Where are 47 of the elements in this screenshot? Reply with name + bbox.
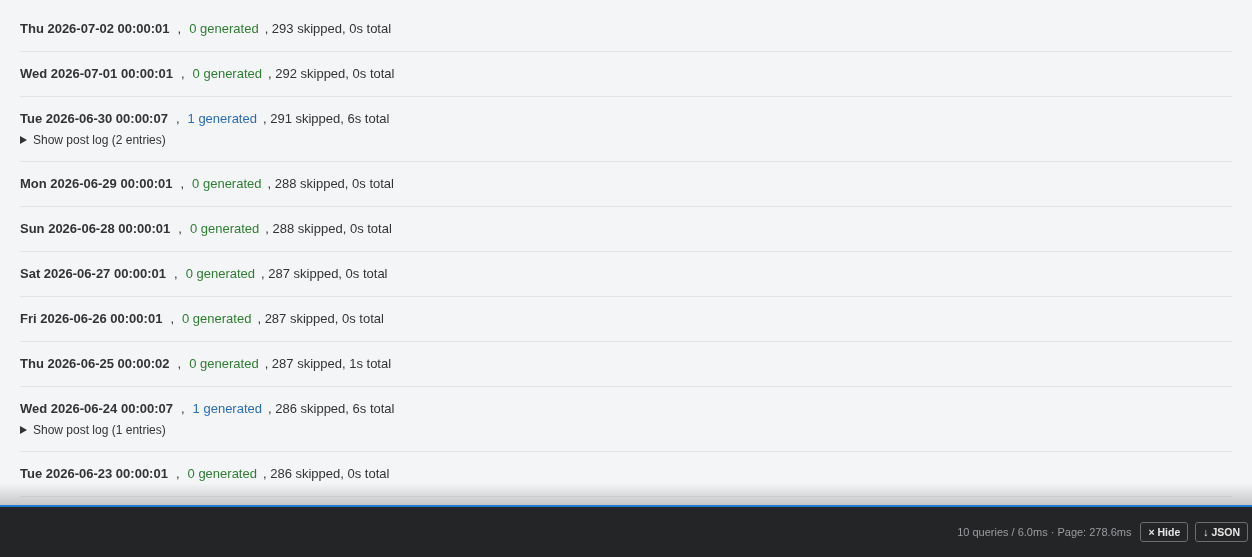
run-timestamp: Mon 2026-06-29 00:00:01 — [20, 176, 173, 192]
post-log-toggle[interactable]: Show post log (1 entries) — [20, 423, 166, 437]
toolbar-button[interactable]: ↓ JSON — [1195, 522, 1248, 542]
generated-count: 0 generated — [189, 221, 260, 237]
disclosure-triangle-icon — [20, 426, 27, 434]
separator: , — [170, 311, 174, 327]
run-summary: , 286 skipped, 0s total — [262, 466, 390, 482]
separator: , — [180, 176, 185, 192]
run-summary: , 288 skipped, 0s total — [267, 176, 394, 192]
run-summary: , 287 skipped, 0s total — [257, 311, 384, 327]
generated-count: 0 generated — [192, 66, 262, 82]
separator: , — [177, 356, 182, 372]
query-stats: 10 queries / 6.0ms · Page: 278.6ms — [957, 526, 1132, 538]
generated-count: 0 generated — [189, 21, 259, 37]
separator: , — [180, 401, 185, 417]
disclosure-triangle-icon — [20, 136, 27, 144]
generated-count: 0 generated — [189, 356, 259, 372]
separator: , — [177, 21, 182, 37]
run-timestamp: Fri 2026-06-26 00:00:01 — [20, 311, 163, 327]
run-timestamp: Tue 2026-06-23 00:00:01 — [20, 466, 168, 482]
run-timestamp: Thu 2026-07-02 00:00:01 — [20, 21, 170, 37]
separator: , — [174, 266, 178, 282]
generated-count: 1 generated — [192, 401, 262, 417]
post-log-toggle[interactable]: Show post log (2 entries) — [20, 133, 166, 147]
separator: , — [178, 221, 182, 237]
run-summary: , 288 skipped, 0s total — [265, 221, 392, 237]
run-timestamp: Tue 2026-06-30 00:00:07 — [20, 111, 168, 127]
run-summary: , 291 skipped, 6s total — [262, 111, 390, 127]
run-timestamp: Sat 2026-06-27 00:00:01 — [20, 266, 166, 282]
run-timestamp: Wed 2026-06-24 00:00:07 — [20, 401, 173, 417]
generated-count: 0 generated — [185, 266, 256, 282]
generated-count: 1 generated — [187, 111, 257, 127]
run-timestamp: Wed 2026-07-01 00:00:01 — [20, 66, 173, 82]
run-timestamp: Thu 2026-06-25 00:00:02 — [20, 356, 170, 372]
run-summary: , 292 skipped, 0s total — [268, 66, 395, 82]
run-timestamp: Sun 2026-06-28 00:00:01 — [20, 221, 171, 237]
separator: , — [180, 66, 185, 82]
run-summary: , 287 skipped, 1s total — [264, 356, 392, 372]
separator: , — [175, 111, 180, 127]
run-summary: , 286 skipped, 6s total — [268, 401, 395, 417]
generated-count: 0 generated — [187, 466, 257, 482]
toolbar-button[interactable]: × Hide — [1140, 522, 1189, 542]
generated-count: 0 generated — [182, 311, 252, 327]
separator: , — [175, 466, 180, 482]
run-summary: , 287 skipped, 0s total — [261, 266, 388, 282]
generated-count: 0 generated — [192, 176, 262, 192]
run-summary: , 293 skipped, 0s total — [264, 21, 392, 37]
